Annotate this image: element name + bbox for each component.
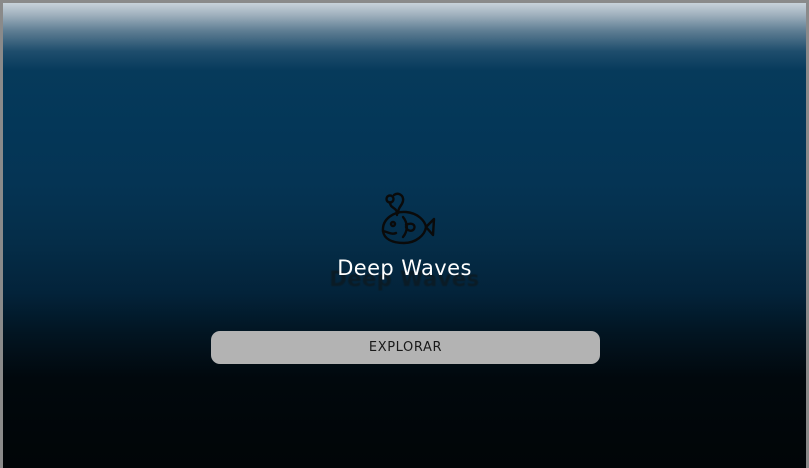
anglerfish-icon bbox=[381, 192, 436, 245]
brand-block: Deep Waves Deep Waves bbox=[3, 189, 806, 299]
app-title: Deep Waves bbox=[337, 256, 472, 280]
explore-button[interactable]: EXPLORAR bbox=[211, 331, 600, 364]
app-window: Deep Waves Deep Waves EXPLORAR bbox=[3, 3, 806, 468]
